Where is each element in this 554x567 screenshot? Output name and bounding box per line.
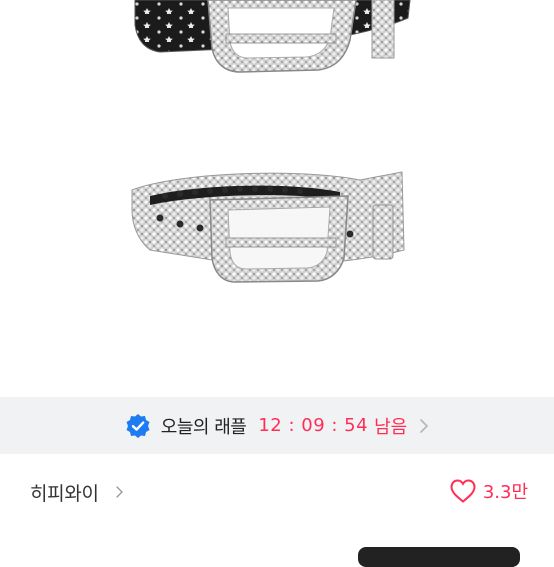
bottom-action-button[interactable] xyxy=(358,547,520,567)
product-image[interactable] xyxy=(0,0,554,395)
like-button[interactable]: 3.3만 xyxy=(449,478,528,504)
like-count: 3.3만 xyxy=(482,482,528,503)
brand-name-link[interactable]: 히피와이 xyxy=(30,479,99,506)
heart-outline-icon xyxy=(450,479,476,503)
silver-belt xyxy=(131,171,405,283)
brand-row: 히피와이 3.3만 xyxy=(0,454,554,530)
raffle-remaining-label: 남음 xyxy=(374,416,408,438)
chevron-right-icon[interactable] xyxy=(115,485,124,499)
verified-badge-icon xyxy=(126,413,150,438)
belt-photo xyxy=(131,0,411,283)
raffle-banner[interactable]: 오늘의 래플 12 : 09 : 54 남음 xyxy=(0,397,554,454)
chevron-right-icon xyxy=(420,418,428,433)
raffle-countdown: 12 : 09 : 54 xyxy=(258,415,369,436)
raffle-title: 오늘의 래플 xyxy=(160,416,247,438)
black-belt xyxy=(134,0,411,73)
